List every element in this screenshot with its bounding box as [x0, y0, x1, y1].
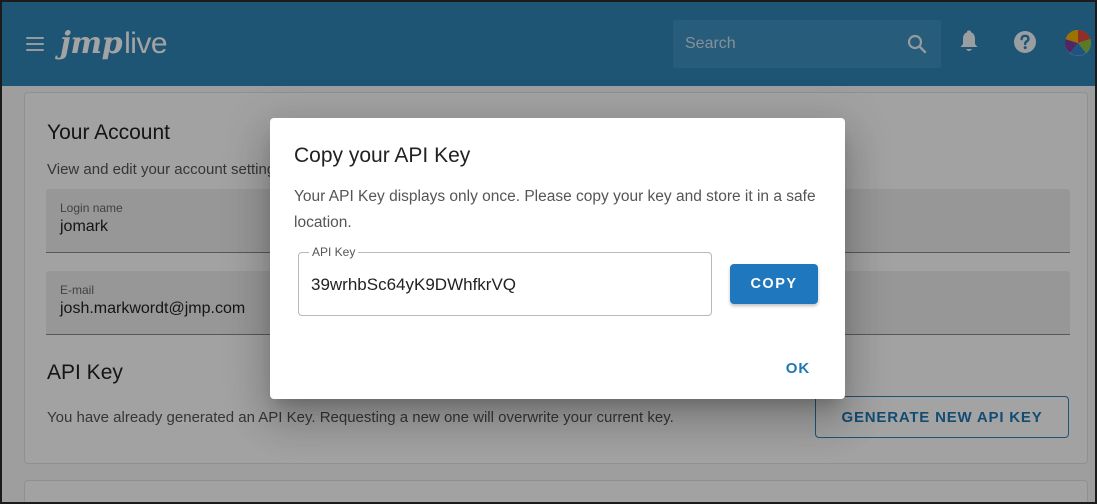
dialog-message: Your API Key displays only once. Please … [294, 188, 816, 231]
api-key-value[interactable]: 39wrhbSc64yK9DWhfkrVQ [311, 275, 516, 295]
copy-api-key-dialog: Copy your API Key Your API Key displays … [270, 118, 845, 399]
api-key-label: API Key [309, 245, 359, 259]
api-key-field[interactable]: API Key 39wrhbSc64yK9DWhfkrVQ [298, 245, 712, 316]
dialog-title: Copy your API Key [294, 144, 471, 167]
copy-button[interactable]: COPY [730, 264, 818, 304]
app-window: jmplive Your Accoun [0, 0, 1097, 504]
ok-button[interactable]: OK [771, 350, 825, 386]
